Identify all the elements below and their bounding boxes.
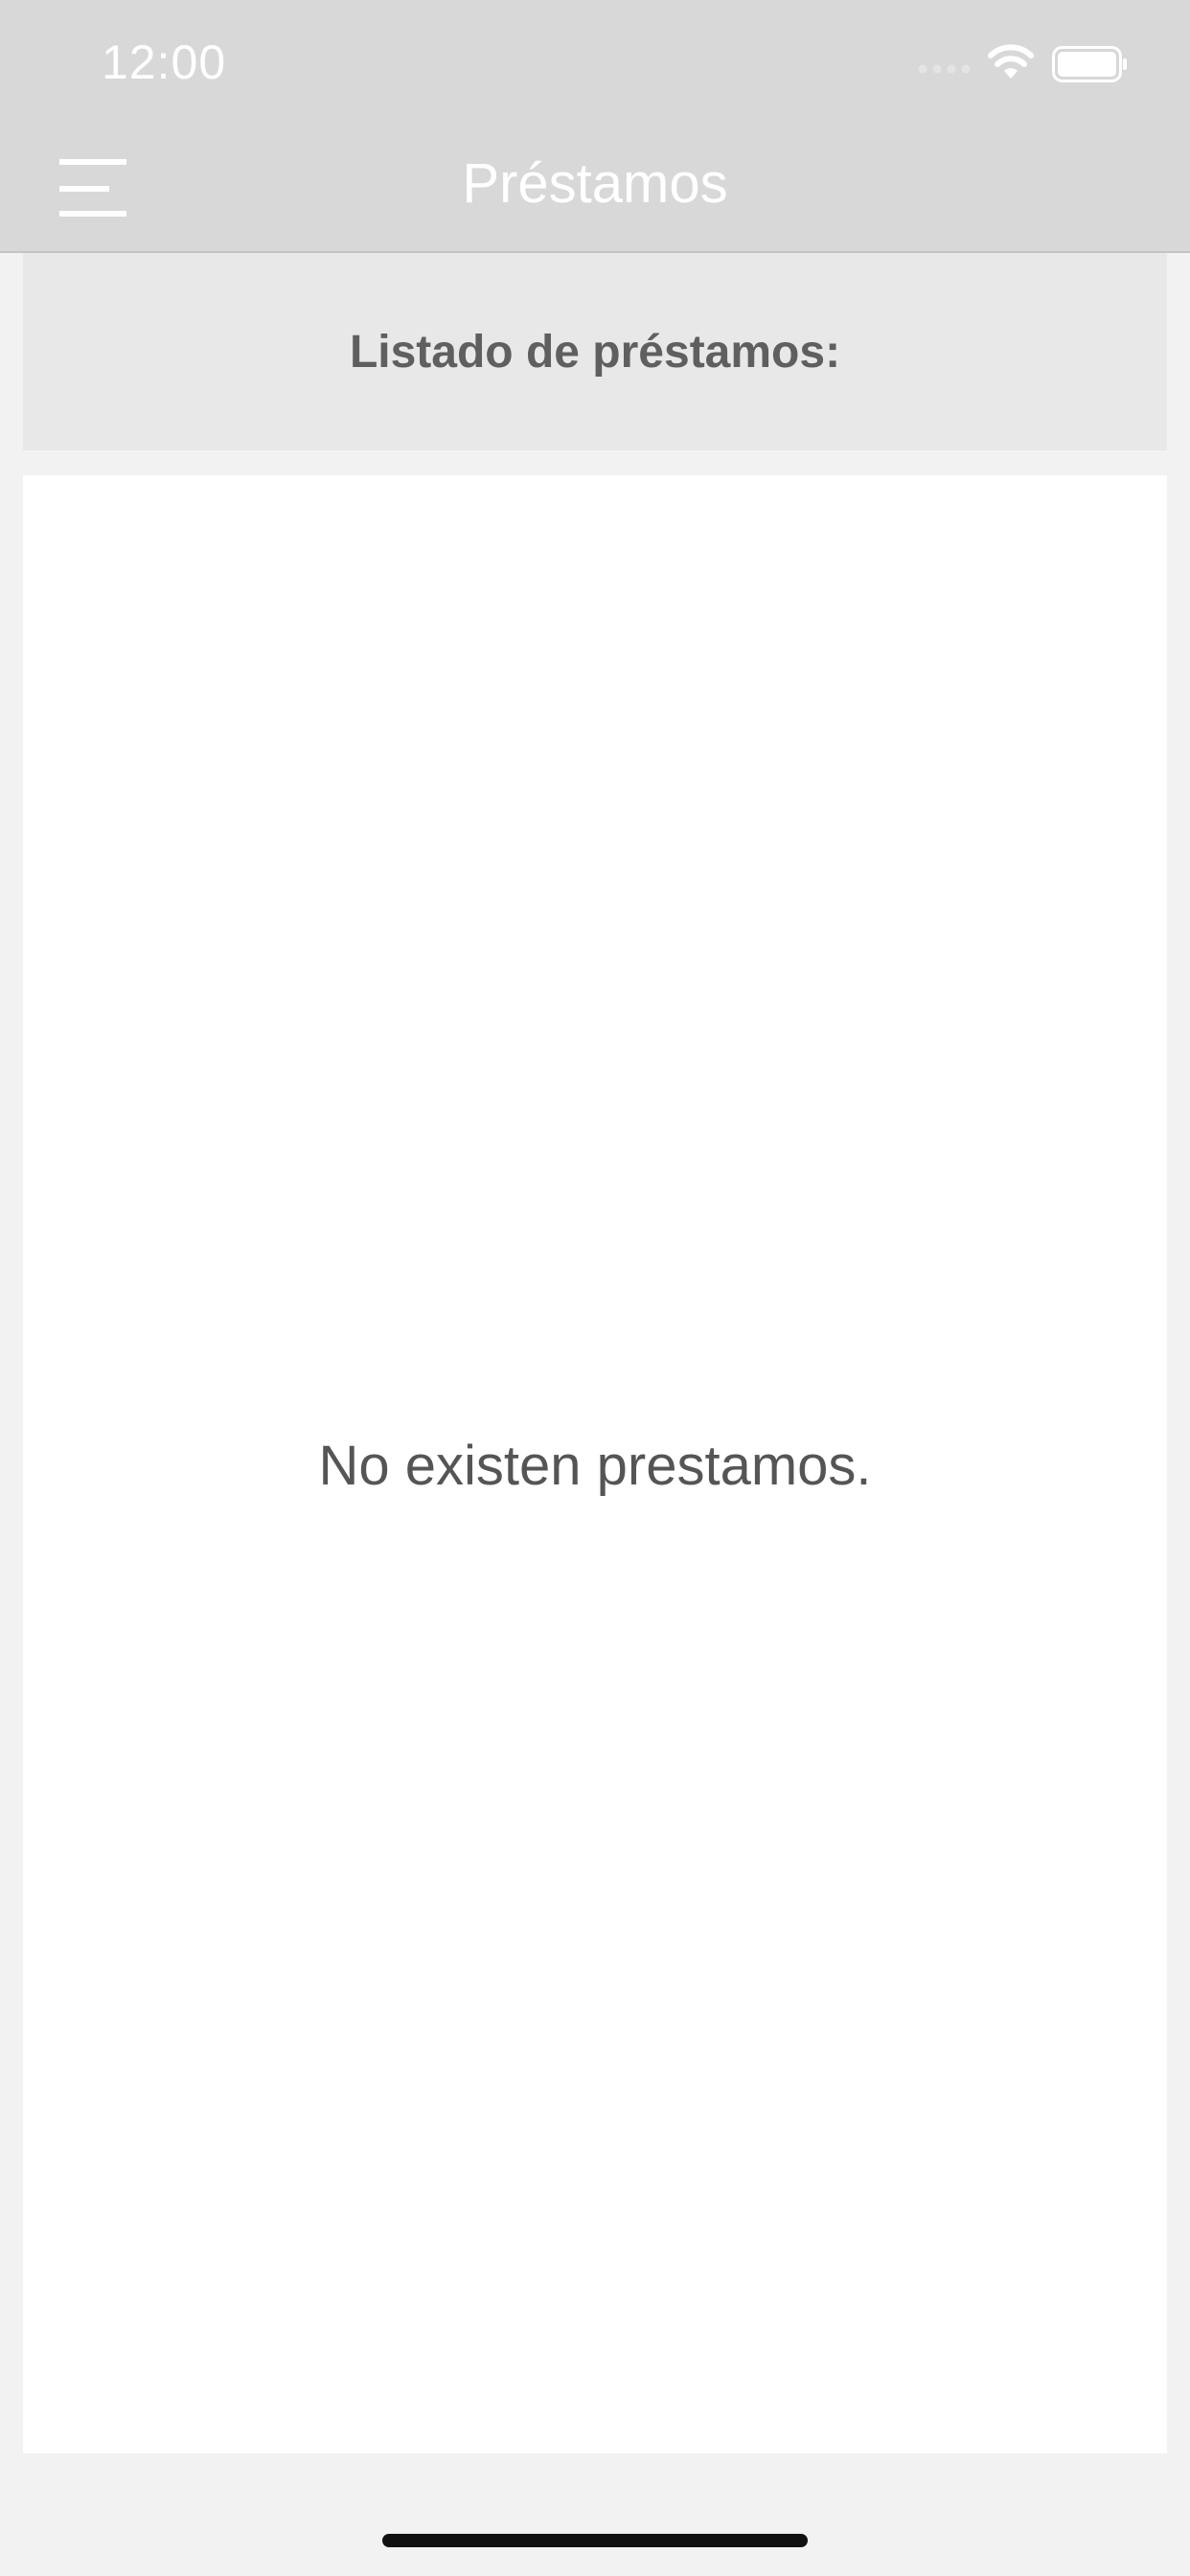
top-navigation-bar: 12:00 Préstamos xyxy=(0,0,1190,253)
battery-icon xyxy=(1052,46,1127,82)
cellular-signal-icon xyxy=(918,64,971,74)
wifi-icon xyxy=(988,44,1034,79)
status-bar-time: 12:00 xyxy=(102,35,227,89)
loan-list-panel: No existen prestamos. xyxy=(23,475,1167,2453)
loan-list-header: Listado de préstamos: xyxy=(23,253,1167,450)
home-indicator[interactable] xyxy=(382,2534,808,2547)
page-title: Préstamos xyxy=(462,152,728,215)
loan-list-title: Listado de préstamos: xyxy=(349,327,841,378)
empty-state-message: No existen prestamos. xyxy=(318,1435,872,1497)
